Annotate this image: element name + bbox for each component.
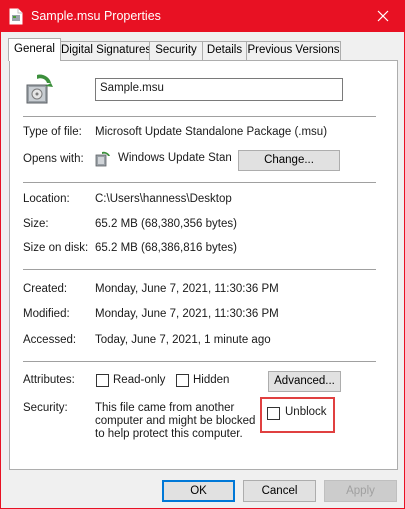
size-on-disk-value: 65.2 MB (68,386,816 bytes): [95, 242, 237, 254]
size-label: Size:: [23, 218, 49, 230]
tab-previous-versions[interactable]: Previous Versions: [246, 41, 341, 60]
window-title: Sample.msu Properties: [31, 9, 161, 23]
location-label: Location:: [23, 193, 70, 205]
accessed-label: Accessed:: [23, 334, 77, 346]
advanced-button[interactable]: Advanced...: [268, 371, 341, 392]
hidden-label[interactable]: Hidden: [193, 374, 229, 386]
tab-details[interactable]: Details: [202, 41, 247, 60]
opens-with-label: Opens with:: [23, 153, 84, 165]
size-on-disk-label: Size on disk:: [23, 242, 89, 254]
location-value: C:\Users\hanness\Desktop: [95, 193, 232, 205]
type-value: Microsoft Update Standalone Package (.ms…: [95, 126, 328, 138]
apply-button[interactable]: Apply: [324, 480, 397, 502]
size-value: 65.2 MB (68,380,356 bytes): [95, 218, 237, 230]
change-button[interactable]: Change...: [238, 150, 340, 171]
divider: [23, 269, 376, 270]
tab-general[interactable]: General: [8, 38, 61, 61]
read-only-label[interactable]: Read-only: [113, 374, 165, 386]
unblock-checkbox[interactable]: [267, 407, 280, 420]
attributes-label: Attributes:: [23, 374, 75, 386]
read-only-checkbox[interactable]: [96, 374, 109, 387]
unblock-label[interactable]: Unblock: [285, 406, 327, 418]
security-label: Security:: [23, 402, 68, 414]
ok-button[interactable]: OK: [162, 480, 235, 502]
security-warning-text: This file came from another computer and…: [95, 402, 256, 440]
msu-package-icon: [26, 74, 53, 104]
created-label: Created:: [23, 283, 68, 295]
close-icon: [377, 10, 389, 22]
tab-digital-signatures[interactable]: Digital Signatures: [60, 41, 151, 60]
modified-value: Monday, June 7, 2021, 11:30:36 PM: [95, 308, 279, 320]
hidden-checkbox[interactable]: [176, 374, 189, 387]
opens-with-value: Windows Update Standalone Installer: [118, 152, 231, 164]
cancel-button[interactable]: Cancel: [243, 480, 316, 502]
tab-security[interactable]: Security: [149, 41, 203, 60]
divider: [23, 116, 376, 117]
file-name-field[interactable]: Sample.msu: [95, 78, 343, 101]
close-button[interactable]: [362, 1, 404, 32]
divider: [23, 182, 376, 183]
windows-update-icon: [95, 151, 110, 167]
properties-dialog: Sample.msu Properties General Digital Si…: [0, 0, 405, 509]
type-label: Type of file:: [23, 126, 82, 138]
created-value: Monday, June 7, 2021, 11:30:36 PM: [95, 283, 279, 295]
title-bar[interactable]: Sample.msu Properties: [1, 1, 404, 32]
modified-label: Modified:: [23, 308, 70, 320]
accessed-value: Today, June 7, 2021, 1 minute ago: [95, 334, 271, 346]
file-icon: [9, 8, 23, 25]
divider: [23, 361, 376, 362]
